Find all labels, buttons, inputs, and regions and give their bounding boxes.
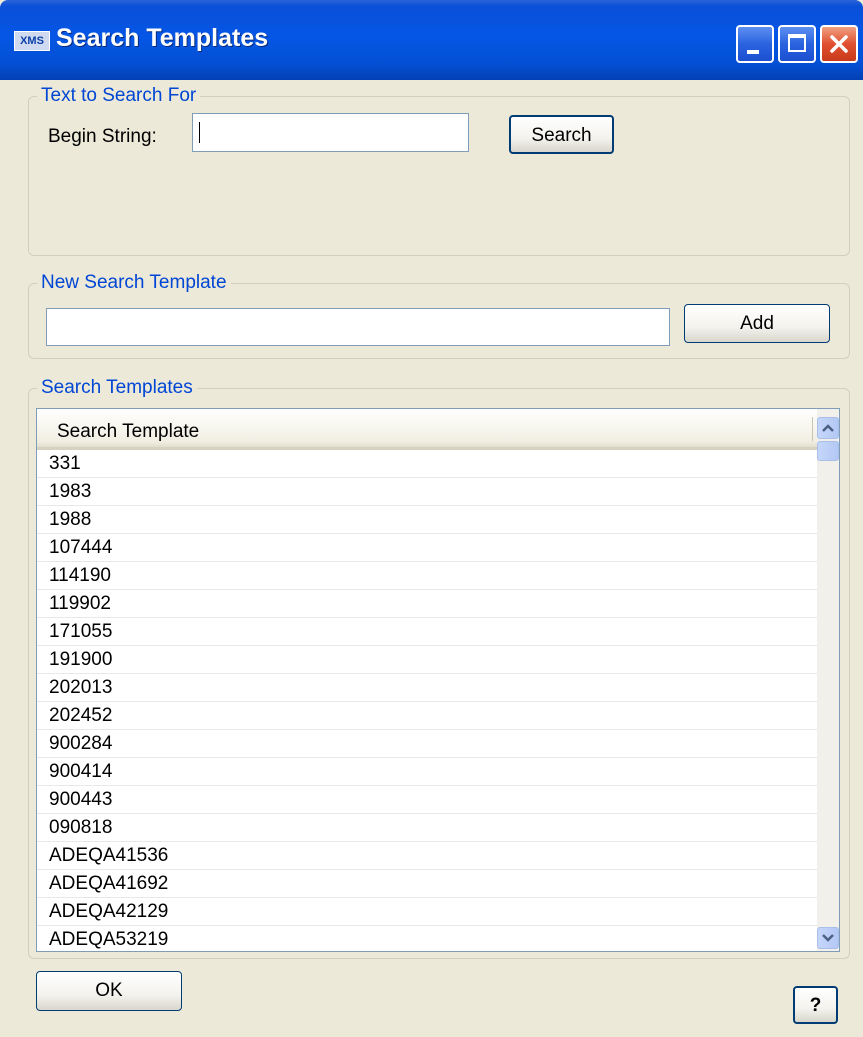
search-templates-group-label: Search Templates [37,377,197,399]
list-item[interactable]: 202452 [37,702,817,730]
column-divider[interactable] [812,417,813,441]
scroll-thumb[interactable] [817,441,839,461]
ok-button[interactable]: OK [36,971,182,1011]
chevron-up-icon [822,424,834,432]
title-bar[interactable]: XMS Search Templates [0,0,863,80]
window-title: Search Templates [56,24,269,52]
text-to-search-group-label: Text to Search For [37,85,201,107]
help-button[interactable]: ? [793,986,838,1024]
search-templates-window: XMS Search Templates Text to Search For … [0,0,863,1037]
scroll-up-button[interactable] [817,417,839,439]
vertical-scrollbar[interactable] [817,409,839,951]
list-item[interactable]: 202013 [37,674,817,702]
begin-string-label: Begin String: [48,126,157,147]
column-header-label: Search Template [57,421,200,442]
list-item[interactable]: 331 [37,450,817,478]
templates-list[interactable]: Search Template 331 1983 1988 107444 114190 1… [36,408,840,952]
new-template-input[interactable] [46,308,670,346]
list-item[interactable]: 900414 [37,758,817,786]
list-item[interactable]: 107444 [37,534,817,562]
add-button[interactable]: Add [684,304,830,343]
list-item[interactable]: 900443 [37,786,817,814]
list-item[interactable]: ADEQA53219 [37,926,817,951]
minimize-button[interactable] [736,25,774,63]
column-header-search-template[interactable]: Search Template [37,409,817,450]
begin-string-input[interactable] [192,113,469,152]
chevron-down-icon [822,934,834,942]
list-item[interactable]: ADEQA41692 [37,870,817,898]
list-item[interactable]: 171055 [37,618,817,646]
list-item[interactable]: 900284 [37,730,817,758]
list-item[interactable]: 1988 [37,506,817,534]
list-item[interactable]: 1983 [37,478,817,506]
list-item[interactable]: ADEQA42129 [37,898,817,926]
maximize-button[interactable] [778,25,816,63]
list-item[interactable]: 119902 [37,590,817,618]
scroll-down-button[interactable] [817,927,839,949]
template-rows: 331 1983 1988 107444 114190 119902 171055 19190… [37,450,817,951]
list-item[interactable]: 114190 [37,562,817,590]
close-button[interactable] [820,25,858,63]
search-button[interactable]: Search [509,115,614,154]
new-search-template-group-label: New Search Template [37,272,231,294]
list-item[interactable]: 191900 [37,646,817,674]
list-item[interactable]: ADEQA41536 [37,842,817,870]
list-item[interactable]: 090818 [37,814,817,842]
app-icon: XMS [14,31,50,51]
close-icon [830,35,848,53]
